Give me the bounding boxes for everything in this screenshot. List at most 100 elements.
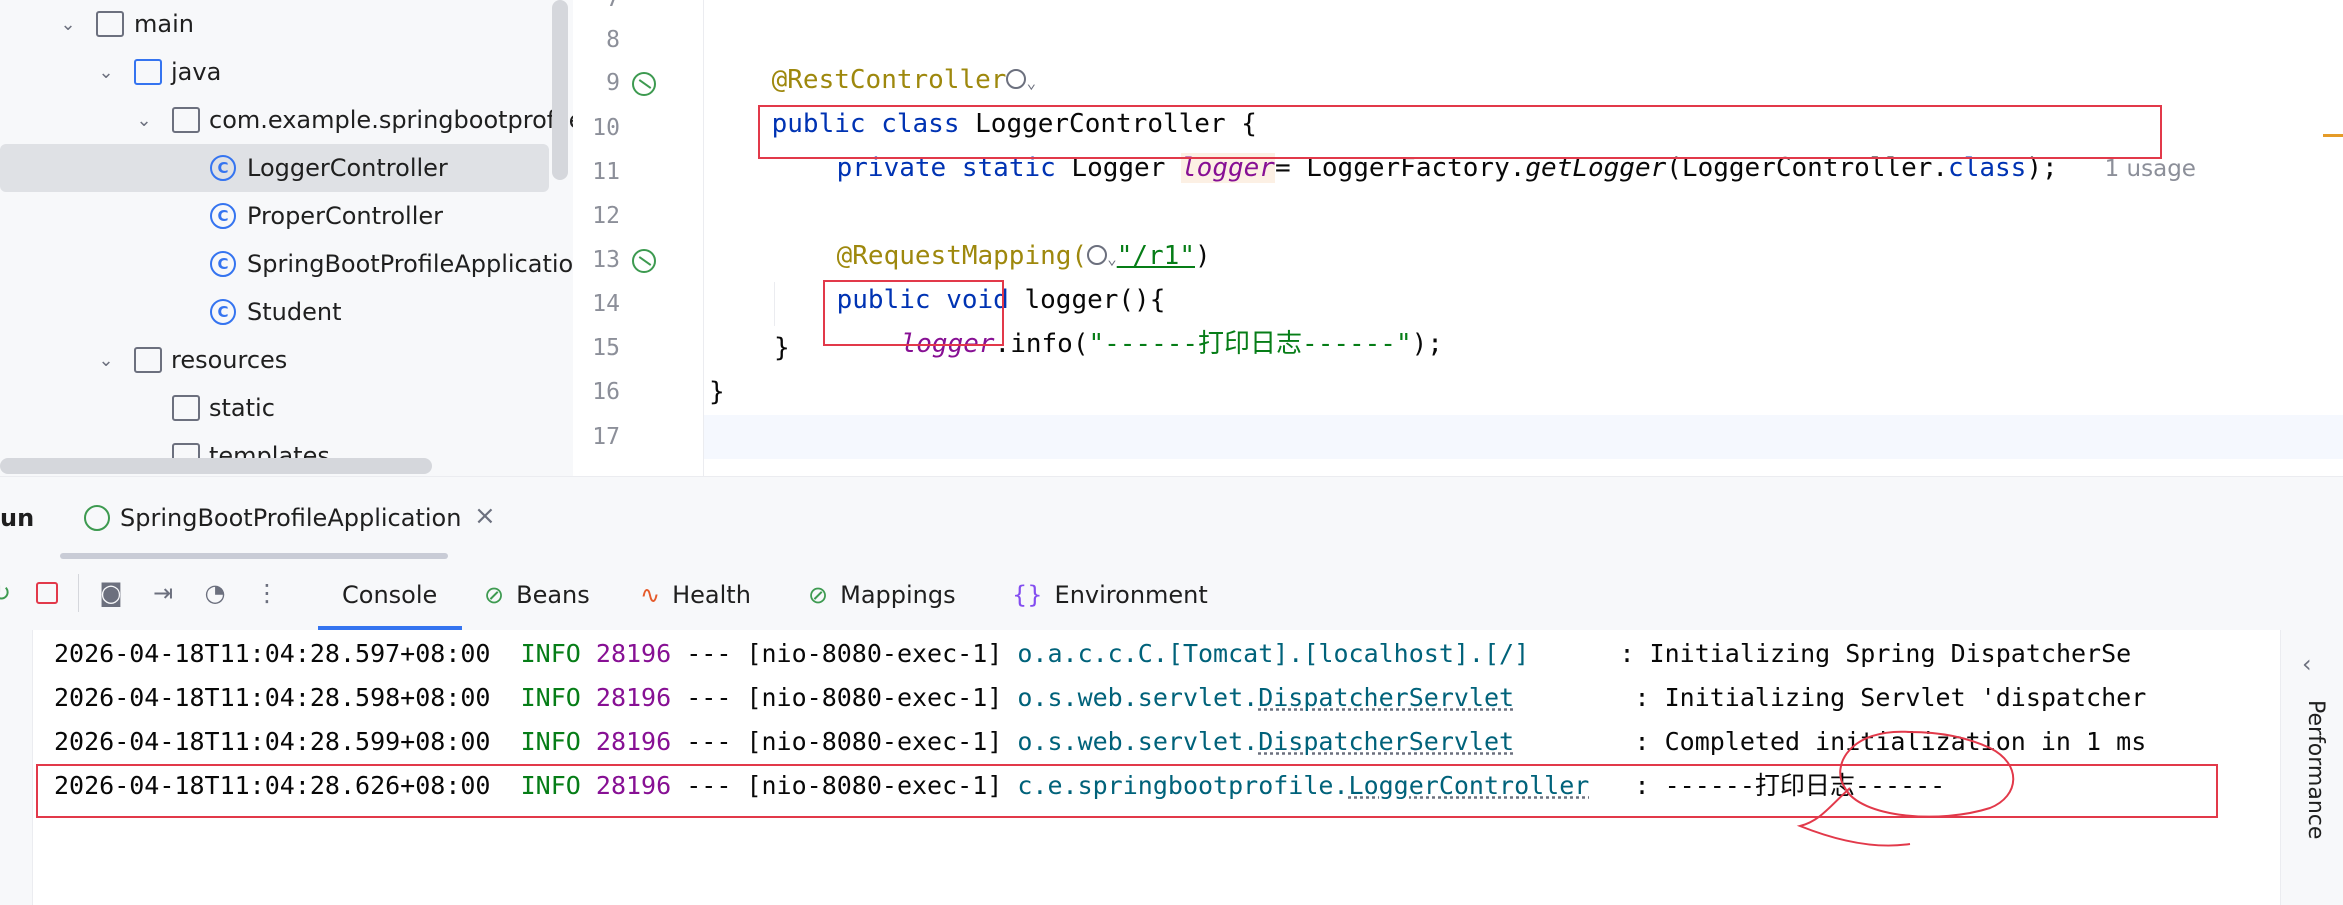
warning-marker[interactable] (2323, 134, 2343, 137)
line-number: 7 (576, 0, 620, 12)
code-line-9: public class LoggerController { (709, 64, 1257, 139)
performance-tool-button[interactable]: Performance (2303, 700, 2328, 839)
run-panel-title: un (0, 504, 35, 532)
line-number: 8 (606, 27, 620, 53)
highlight-box-logger-call (823, 280, 1004, 346)
tree-item-label: com.example.springbootprofile (209, 106, 573, 134)
tab-label: Console (342, 581, 438, 609)
log-logger-name[interactable]: DispatcherServlet (1258, 683, 1514, 712)
log-logger-prefix: o.s.web.servlet. (1017, 683, 1259, 712)
tree-item-springbootprofileapplication[interactable]: C SpringBootProfileApplication (0, 240, 573, 288)
log-pid: 28196 (595, 727, 672, 756)
tree-item-label: ProperController (247, 202, 443, 230)
line-number: 17 (592, 424, 620, 450)
tree-item-loggercontroller[interactable]: C LoggerController (0, 144, 549, 192)
tree-item-package[interactable]: ⌄ com.example.springbootprofile (0, 96, 573, 144)
log-timestamp: 2026-04-18T11:04:28.598+08:00 (54, 683, 491, 712)
code-line-12: @RequestMapping(⌄"/r1") (774, 196, 1211, 271)
tree-vertical-scrollbar[interactable] (552, 0, 568, 180)
usage-hint[interactable]: 1 usage (2105, 156, 2196, 182)
log-level: INFO (520, 639, 581, 668)
run-tab-scroll-indicator (60, 553, 448, 559)
import-icon[interactable]: ⇥ (148, 578, 178, 608)
tree-item-label: Student (247, 298, 342, 326)
log-thread: [nio-8080-exec-1] (746, 683, 1003, 712)
tree-item-student[interactable]: C Student (0, 288, 549, 336)
console-gutter (0, 630, 33, 905)
current-line-highlight (704, 415, 2343, 459)
tree-item-label: static (209, 394, 275, 422)
source-folder-icon (134, 59, 162, 85)
tab-label: Mappings (840, 581, 956, 609)
line-number: 9 (606, 70, 620, 96)
spring-bean-gutter-icon[interactable] (632, 72, 656, 96)
log-timestamp: 2026-04-18T11:04:28.597+08:00 (54, 639, 491, 668)
tab-beans[interactable]: ⊘ Beans (484, 574, 590, 616)
line-number: 14 (592, 291, 620, 317)
beans-icon: ⊘ (484, 581, 505, 609)
tree-item-resources[interactable]: ⌄ resources (0, 336, 549, 384)
chevron-left-icon[interactable]: ‹ (2302, 650, 2312, 678)
tab-mappings[interactable]: ⊘ Mappings (808, 574, 956, 616)
tab-health[interactable]: ∿ Health (640, 574, 751, 616)
log-thread: [nio-8080-exec-1] (746, 639, 1003, 668)
project-tree: ⌄ main ⌄ java ⌄ com.example.springbootpr… (0, 0, 573, 476)
code-line-8: @RestController ⌄ (709, 20, 1036, 95)
tree-item-main[interactable]: ⌄ main (0, 0, 549, 48)
code-text: ) (1195, 241, 1211, 271)
string-token: "------打印日志------" (1088, 329, 1412, 359)
editor-gutter: 7 8 9 10 11 12 13 14 15 16 17 (576, 0, 704, 476)
rerun-icon[interactable]: ↻ (0, 578, 16, 608)
log-thread: [nio-8080-exec-1] (746, 727, 1003, 756)
code-text: .info( (994, 329, 1089, 359)
log-logger-prefix: o.s.web.servlet. (1017, 727, 1259, 756)
highlight-box-logger-declaration (758, 105, 2162, 159)
tab-environment[interactable]: {} Environment (1012, 574, 1208, 616)
spring-boot-class-icon: C (210, 251, 236, 277)
log-message: : Initializing Servlet 'dispatcher (1634, 683, 2147, 712)
log-message: : Initializing Spring DispatcherSe (1619, 639, 2132, 668)
health-icon: ∿ (640, 581, 661, 609)
close-icon[interactable]: × (474, 501, 496, 531)
chevron-down-icon[interactable]: ⌄ (132, 108, 156, 132)
run-config-tab[interactable]: SpringBootProfileApplication (84, 501, 461, 535)
console-output[interactable]: 2026-04-18T11:04:28.597+08:00 INFO 28196… (0, 630, 2280, 905)
tree-item-label: LoggerController (247, 154, 448, 182)
log-logger-name[interactable]: DispatcherServlet (1258, 727, 1514, 756)
tree-item-java[interactable]: ⌄ java (0, 48, 549, 96)
stop-button[interactable] (32, 578, 62, 608)
tab-console[interactable]: Console (342, 574, 437, 616)
stop-icon (36, 582, 58, 604)
code-line-15: } (774, 333, 790, 363)
run-toolbar: ↻ ◙ ⇥ ◔ ⋮ Console ⊘ Beans ∿ Health ⊘ Map… (0, 560, 2343, 631)
indent-guide (774, 282, 775, 326)
line-number: 11 (592, 159, 620, 185)
tree-horizontal-scrollbar[interactable] (0, 458, 432, 474)
tree-item-label: resources (171, 346, 288, 374)
chevron-down-icon[interactable]: ⌄ (94, 60, 118, 84)
log-level: INFO (520, 683, 581, 712)
tree-item-propercontroller[interactable]: C ProperController (0, 192, 549, 240)
line-number: 13 (592, 247, 620, 273)
tree-item-label: java (171, 58, 222, 86)
spring-mapping-gutter-icon[interactable] (632, 249, 656, 273)
code-line-16: } (709, 377, 725, 407)
tree-item-static[interactable]: static (0, 384, 549, 432)
log-logger-name[interactable]: C.[Tomcat].[localhost].[/] (1138, 639, 1529, 668)
code-line-13: public void logger(){ (774, 240, 1166, 315)
code-editor[interactable]: 7 8 9 10 11 12 13 14 15 16 17 @RestContr… (576, 0, 2343, 476)
chevron-down-icon[interactable]: ⌄ (56, 12, 80, 36)
log-level: INFO (520, 727, 581, 756)
toolbar-separator (78, 574, 79, 612)
camera-icon[interactable]: ◙ (96, 578, 126, 608)
log-pid: 28196 (595, 683, 672, 712)
line-number: 12 (592, 203, 620, 229)
gauge-icon[interactable]: ◔ (200, 578, 230, 608)
more-options-icon[interactable]: ⋮ (252, 578, 282, 608)
environment-icon: {} (1012, 581, 1043, 609)
chevron-down-icon[interactable]: ⌄ (94, 348, 118, 372)
run-config-tab-label: SpringBootProfileApplication (120, 504, 462, 532)
tab-label: Health (672, 581, 751, 609)
tab-label: Environment (1054, 581, 1208, 609)
package-icon (172, 107, 200, 133)
